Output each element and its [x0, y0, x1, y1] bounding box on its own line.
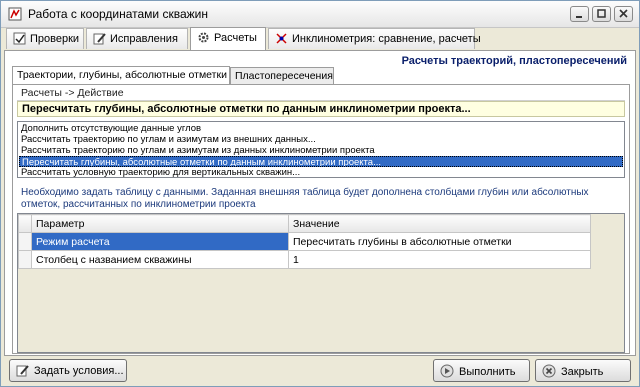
main-window: Работа с координатами скважин Проверки И…: [0, 0, 640, 387]
minimize-icon: [576, 16, 582, 18]
title-bar[interactable]: Работа с координатами скважин: [1, 1, 639, 28]
window-title: Работа с координатами скважин: [28, 7, 208, 21]
main-tabs: Проверки Исправления Расчеты Инклинометр…: [1, 27, 639, 50]
column-header-value[interactable]: Значение: [288, 214, 591, 233]
row-header-corner: [18, 214, 32, 233]
list-item[interactable]: Рассчитать условную траекторию для верти…: [19, 167, 623, 178]
list-item-selected[interactable]: Пересчитать глубины, абсолютные отметки …: [19, 156, 623, 167]
table-row[interactable]: Столбец с названием скважины 1: [18, 250, 591, 269]
close-window-button[interactable]: [614, 6, 633, 22]
subtab-intersections[interactable]: Пластопересечения: [230, 67, 334, 84]
breadcrumb: Расчеты -> Действие: [21, 87, 124, 99]
pencil-icon: [93, 33, 106, 45]
actions-list[interactable]: Дополнить отсутствующие данные углов Рас…: [17, 121, 625, 178]
selected-action-display: Пересчитать глубины, абсолютные отметки …: [17, 101, 625, 117]
maximize-icon: [597, 9, 606, 18]
value-cell[interactable]: 1: [288, 250, 591, 269]
play-icon: [440, 364, 454, 378]
row-header[interactable]: [18, 232, 32, 251]
description-text: Необходимо задать таблицу с данными. Зад…: [21, 187, 589, 210]
table-header-row: Параметр Значение: [18, 214, 591, 233]
list-item[interactable]: Рассчитать траекторию по углам и азимута…: [19, 145, 623, 156]
row-header[interactable]: [18, 250, 32, 269]
tab-calculations[interactable]: Расчеты: [190, 27, 266, 50]
tab-checks[interactable]: Проверки: [6, 28, 84, 49]
subtab-trajectories[interactable]: Траектории, глубины, абсолютные отметки: [12, 66, 230, 85]
check-icon: [13, 32, 26, 45]
param-cell[interactable]: Режим расчета: [31, 232, 289, 251]
column-header-parameter[interactable]: Параметр: [31, 214, 289, 233]
subtab-page: Расчеты -> Действие Пересчитать глубины,…: [12, 84, 630, 354]
bottom-bar: Задать условия... Выполнить Закрыть: [1, 356, 639, 386]
app-icon: [8, 7, 22, 21]
cancel-icon: [542, 364, 556, 378]
close-icon: [619, 9, 628, 18]
value-cell[interactable]: Пересчитать глубины в абсолютные отметки: [288, 232, 591, 251]
tab-fixes[interactable]: Исправления: [86, 28, 188, 49]
parameters-grid[interactable]: Параметр Значение Режим расчета Пересчит…: [17, 213, 625, 353]
list-item[interactable]: Дополнить отсутствующие данные углов: [19, 123, 623, 134]
close-button[interactable]: Закрыть: [535, 359, 631, 382]
set-conditions-button[interactable]: Задать условия...: [9, 359, 127, 382]
maximize-button[interactable]: [592, 6, 611, 22]
parameters-table: Параметр Значение Режим расчета Пересчит…: [18, 214, 591, 269]
run-button[interactable]: Выполнить: [433, 359, 530, 382]
inclinometry-icon: [276, 33, 287, 44]
minimize-button[interactable]: [570, 6, 589, 22]
tab-inclinometry[interactable]: Инклинометрия: сравнение, расчеты: [268, 28, 481, 49]
pencil-icon: [16, 365, 29, 377]
tab-page-calculations: Расчеты траекторий, пластопересечений Тр…: [4, 50, 636, 356]
list-item[interactable]: Рассчитать траекторию по углам и азимута…: [19, 134, 623, 145]
param-cell[interactable]: Столбец с названием скважины: [31, 250, 289, 269]
section-title: Расчеты траекторий, пластопересечений: [401, 55, 627, 67]
gear-icon: [198, 32, 209, 43]
table-row[interactable]: Режим расчета Пересчитать глубины в абсо…: [18, 232, 591, 251]
